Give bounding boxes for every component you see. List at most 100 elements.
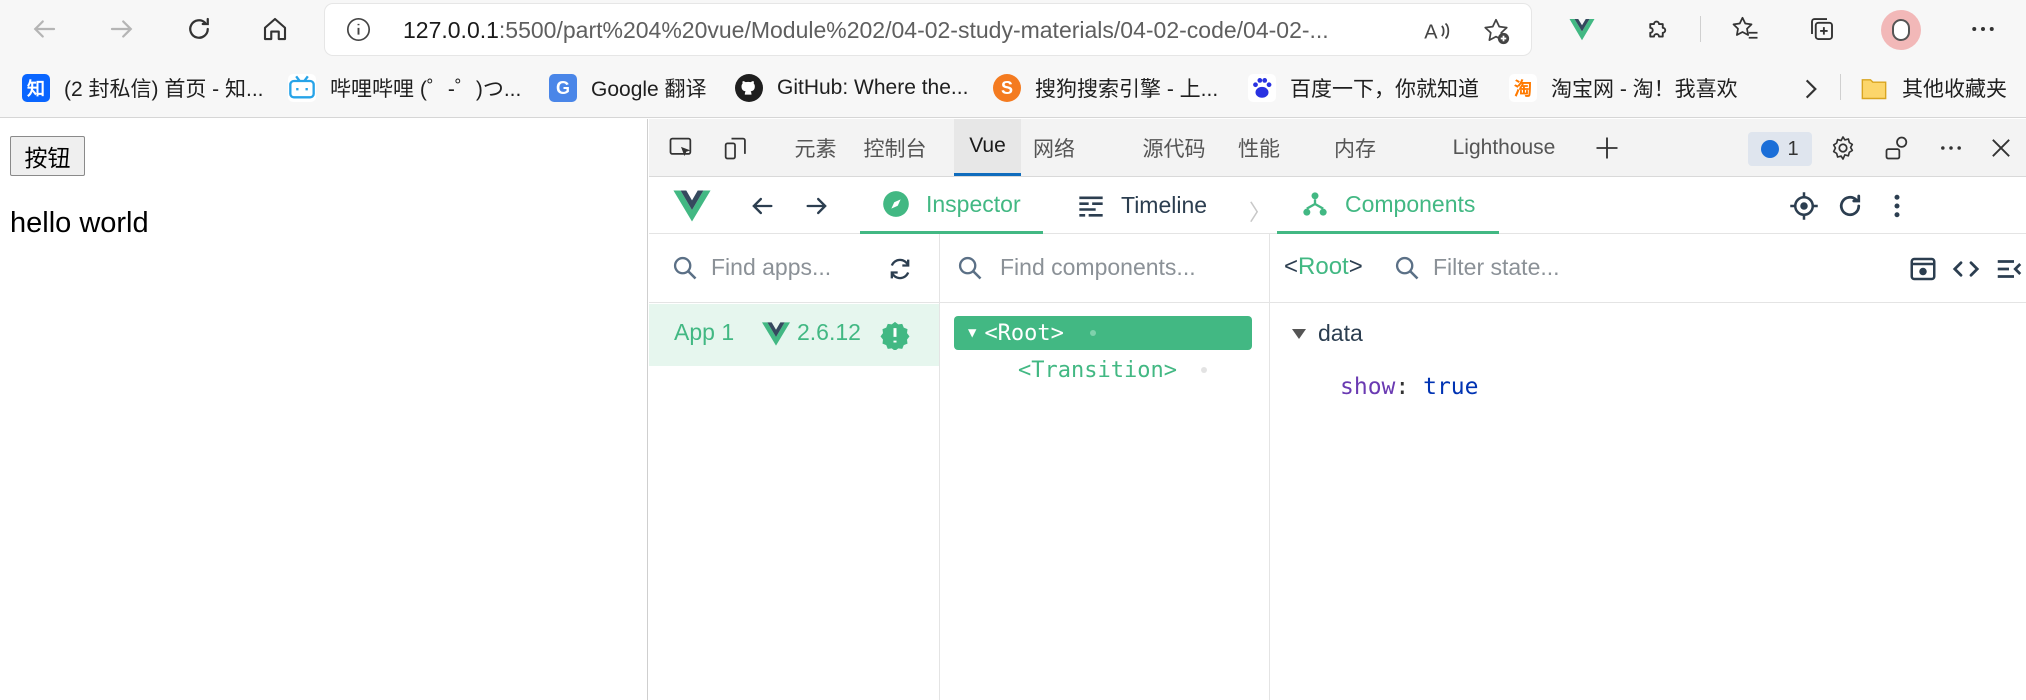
- component-dot-icon: [1089, 330, 1096, 336]
- page-button[interactable]: 按钮: [10, 136, 85, 176]
- expand-triangle-icon[interactable]: ▼: [968, 325, 976, 341]
- plus-icon: [1596, 137, 1618, 159]
- forward-button[interactable]: [102, 9, 142, 49]
- component-tree-child[interactable]: <Transition>: [1018, 353, 1207, 387]
- profile-avatar[interactable]: [1881, 10, 1921, 50]
- bookmark-zhihu[interactable]: 知 (2 封私信) 首页 - 知...: [22, 72, 264, 104]
- components-tree-icon: [1303, 192, 1327, 216]
- bookmarks-separator: [1840, 74, 1841, 100]
- tab-memory[interactable]: 内存: [1321, 119, 1389, 176]
- collections-button[interactable]: [1805, 12, 1839, 46]
- url-path: :5500/part%204%20vue/Module%202/04-02-st…: [498, 17, 1329, 43]
- history-forward-icon[interactable]: [803, 192, 831, 220]
- chevron-right-icon[interactable]: [1798, 76, 1824, 102]
- refresh-button[interactable]: [179, 9, 219, 49]
- back-arrow-icon: [33, 20, 56, 38]
- tab-components[interactable]: Components: [1277, 177, 1500, 234]
- devtools-more-button[interactable]: [1936, 133, 1966, 163]
- vue-devtools-extension-icon[interactable]: [1565, 12, 1599, 46]
- bookmark-label: 搜狗搜索引擎 - 上...: [1035, 78, 1219, 101]
- tab-sources[interactable]: 源代码: [1129, 119, 1219, 176]
- component-name: <Root>: [984, 320, 1064, 346]
- page-viewport: 按钮 hello world: [0, 119, 648, 700]
- property-value[interactable]: true: [1423, 374, 1478, 400]
- site-info-icon[interactable]: [345, 16, 372, 43]
- history-back-icon[interactable]: [748, 192, 776, 220]
- bookmark-bilibili[interactable]: 哔哩哔哩 (゜-゜)つ...: [288, 72, 521, 104]
- selected-component-title: <Root>: [1284, 253, 1363, 280]
- tab-performance[interactable]: 性能: [1227, 119, 1291, 176]
- component-dot-icon: [1200, 367, 1207, 373]
- refresh-apps-icon[interactable]: [885, 255, 915, 283]
- component-tree-root[interactable]: ▼ <Root>: [954, 316, 1252, 350]
- devtools-panel: 元素 控制台 Vue 网络 源代码 性能 内存 Lighthouse 1 Ins…: [649, 119, 2026, 700]
- components-search-bar: Find components...: [940, 234, 1269, 303]
- favorites-star-list-icon: [1732, 16, 1758, 39]
- bookmark-label: 哔哩哔哩 (゜-゜)つ...: [330, 78, 522, 101]
- tab-network[interactable]: 网络: [1021, 119, 1087, 176]
- state-section-label: data: [1318, 320, 1363, 346]
- tab-lighthouse[interactable]: Lighthouse: [1429, 119, 1579, 176]
- bookmark-github[interactable]: GitHub: Where the...: [735, 72, 968, 104]
- state-property-row[interactable]: show: true: [1340, 374, 1478, 400]
- components-search-input[interactable]: Find components...: [1000, 254, 1196, 281]
- toolbar-separator: [1700, 16, 1701, 42]
- extensions-button[interactable]: [1642, 12, 1676, 46]
- devtools-close-button[interactable]: [1986, 133, 2016, 163]
- home-button[interactable]: [255, 9, 295, 49]
- read-aloud-icon[interactable]: A: [1423, 16, 1453, 46]
- add-favorite-icon[interactable]: [1481, 16, 1511, 46]
- app-list-item[interactable]: App 1 2.6.12: [649, 304, 939, 366]
- bookmark-taobao[interactable]: 淘 淘宝网 - 淘！我喜欢: [1509, 72, 1738, 104]
- scroll-to-component-icon[interactable]: [1908, 254, 1938, 284]
- collapse-all-icon[interactable]: [1994, 254, 2024, 284]
- devtools-settings-button[interactable]: [1828, 133, 1858, 163]
- bookmark-label: 淘宝网 - 淘！我喜欢: [1551, 78, 1738, 101]
- issues-count: 1: [1787, 137, 1799, 160]
- avatar-figure: [1892, 19, 1910, 41]
- more-tabs-button[interactable]: [1592, 133, 1622, 163]
- vue-logo-icon: [673, 190, 711, 222]
- refresh-icon: [189, 17, 209, 39]
- vue-logo-icon: [762, 322, 790, 346]
- tab-console[interactable]: 控制台: [852, 119, 938, 176]
- selected-component-name: Root: [1298, 253, 1349, 280]
- settings-and-more-button[interactable]: [1966, 12, 2000, 46]
- favorites-button[interactable]: [1728, 12, 1762, 46]
- devtools-customize-button[interactable]: [1882, 133, 1912, 163]
- bookmark-google-translate[interactable]: G Google 翻译: [549, 72, 707, 104]
- inspect-cursor-icon: [669, 137, 692, 157]
- state-section-data[interactable]: data: [1292, 320, 1363, 347]
- state-filter-input[interactable]: Filter state...: [1433, 254, 1560, 281]
- warning-badge-icon[interactable]: [880, 320, 910, 350]
- app-name: App 1: [674, 319, 735, 345]
- select-component-target-icon[interactable]: [1789, 191, 1819, 221]
- address-bar[interactable]: 127.0.0.1:5500/part%204%20vue/Module%202…: [325, 4, 1531, 55]
- search-icon: [1395, 256, 1419, 280]
- forward-arrow-icon: [110, 20, 133, 38]
- tab-elements[interactable]: 元素: [779, 119, 852, 176]
- more-vertical-icon[interactable]: [1882, 191, 1912, 221]
- apps-search-input[interactable]: Find apps...: [711, 254, 831, 281]
- compass-icon: [883, 191, 909, 217]
- issues-counter[interactable]: 1: [1748, 132, 1812, 166]
- device-icon: [724, 137, 746, 160]
- bookmark-baidu[interactable]: 百度一下，你就知道: [1248, 72, 1479, 104]
- inspect-element-button[interactable]: [666, 133, 696, 163]
- address-url[interactable]: 127.0.0.1:5500/part%204%20vue/Module%202…: [403, 17, 1329, 44]
- refresh-icon[interactable]: [1835, 191, 1865, 221]
- state-pane: <Root> Filter state... data show: true: [1270, 234, 2026, 700]
- tab-vue[interactable]: Vue: [954, 119, 1021, 176]
- issues-icon: [1761, 140, 1780, 158]
- tab-timeline[interactable]: Timeline: [1077, 177, 1207, 234]
- bookmark-sogou[interactable]: S 搜狗搜索引擎 - 上...: [993, 72, 1218, 104]
- code-icon[interactable]: [1951, 254, 1981, 284]
- search-icon: [958, 256, 982, 280]
- other-favorites-folder[interactable]: 其他收藏夹: [1860, 72, 2007, 104]
- more-horizontal-icon: [1941, 146, 1961, 150]
- back-button[interactable]: [24, 9, 64, 49]
- expand-triangle-icon[interactable]: [1292, 328, 1306, 339]
- device-emulation-button[interactable]: [720, 133, 750, 163]
- customize-icon: [1885, 136, 1908, 160]
- tab-inspector[interactable]: Inspector: [860, 177, 1043, 234]
